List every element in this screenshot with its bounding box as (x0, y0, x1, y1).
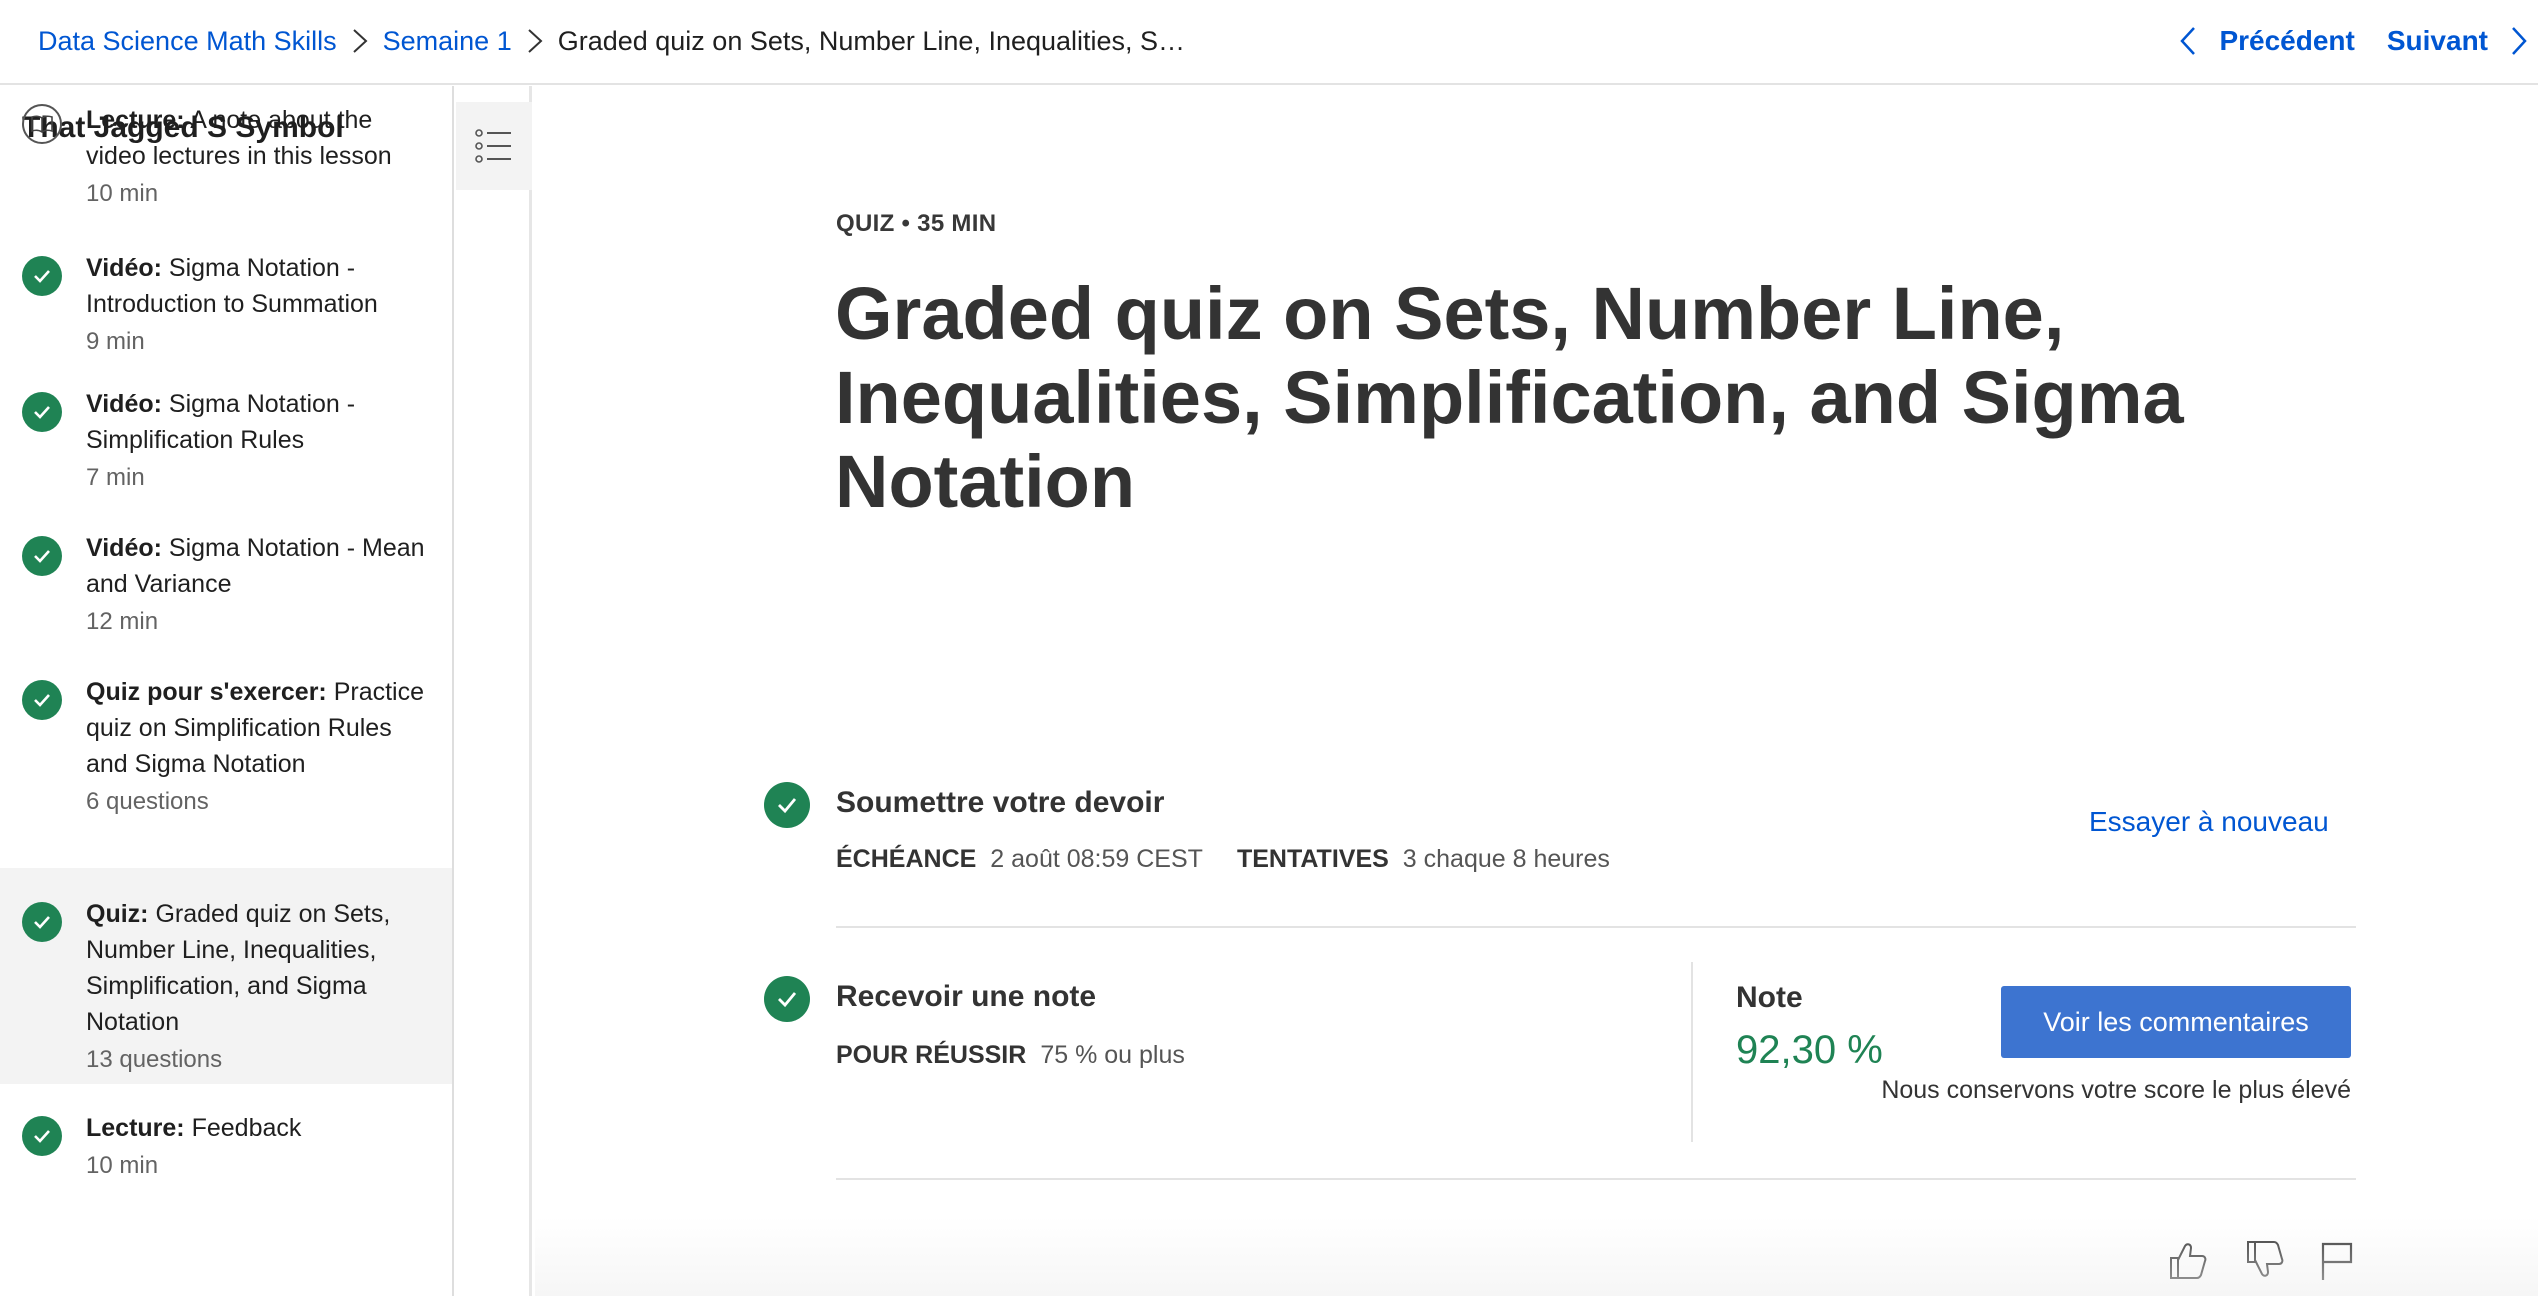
check-circle-icon (764, 782, 810, 828)
item-navigation: Précédent Suivant (2179, 0, 2538, 82)
grade-section-title: Recevoir une note (836, 980, 1097, 1013)
next-label: Suivant (2386, 25, 2488, 56)
previous-label: Précédent (2219, 25, 2355, 56)
pass-meta: POUR RÉUSSIR 75 % ou plus (836, 1041, 1185, 1070)
toggle-outline-button[interactable] (456, 102, 532, 190)
grade-label: Note (1736, 981, 1803, 1014)
chevron-right-icon (2512, 27, 2527, 55)
grade-value: 92,30 % (1736, 1028, 1883, 1072)
previous-button[interactable]: Précédent (2179, 25, 2355, 57)
breadcrumb: Data Science Math Skills Semaine 1 Grade… (38, 0, 1185, 82)
next-button[interactable]: Suivant (2387, 25, 2538, 57)
breadcrumb-course-link[interactable]: Data Science Math Skills (38, 26, 337, 57)
page-title: Graded quiz on Sets, Number Line, Inequa… (835, 272, 2184, 523)
due-label: ÉCHÉANCE (836, 845, 977, 873)
divider (1691, 962, 1693, 1142)
attempts-value: 3 chaque 8 heures (1402, 845, 1610, 873)
breadcrumb-week-link[interactable]: Semaine 1 (383, 26, 512, 57)
toc-strip (456, 86, 532, 1296)
pass-label: POUR RÉUSSIR (836, 1041, 1027, 1069)
list-icon (475, 129, 511, 163)
item-kicker: QUIZ • 35 MIN (836, 210, 997, 237)
pass-value: 75 % ou plus (1040, 1041, 1185, 1069)
flag-icon[interactable] (2315, 1238, 2359, 1282)
divider (836, 926, 2356, 928)
sidebar-items-list (0, 86, 452, 1296)
chevron-right-icon (512, 26, 558, 56)
top-bar: Data Science Math Skills Semaine 1 Grade… (0, 0, 2538, 85)
main-content: QUIZ • 35 MIN Graded quiz on Sets, Numbe… (535, 86, 2538, 1296)
divider (836, 1178, 2356, 1180)
submit-meta: ÉCHÉANCE 2 août 08:59 CEST TENTATIVES 3 cha… (836, 845, 1610, 874)
chevron-left-icon (2180, 27, 2196, 55)
due-value: 2 août 08:59 CEST (990, 845, 1203, 873)
view-feedback-button[interactable]: Voir les commentaires (2001, 986, 2351, 1058)
attempts-label: TENTATIVES (1236, 845, 1389, 873)
submit-section-title: Soumettre votre devoir (836, 786, 1165, 819)
highest-score-note: Nous conservons votre score le plus élev… (1881, 1076, 2351, 1104)
breadcrumb-current: Graded quiz on Sets, Number Line, Inequa… (557, 25, 1186, 56)
thumbs-up-icon[interactable] (2165, 1238, 2209, 1282)
thumbs-down-icon[interactable] (2242, 1238, 2286, 1282)
check-circle-icon (764, 976, 810, 1022)
retry-button[interactable]: Essayer à nouveau (2089, 806, 2329, 838)
chevron-right-icon (337, 26, 383, 56)
